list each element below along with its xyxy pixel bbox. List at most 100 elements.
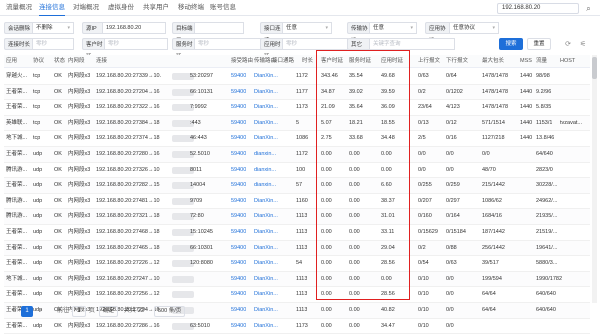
cell-path[interactable]: DianXin... xyxy=(254,209,278,224)
filter-select[interactable]: 任意协议 ▾ xyxy=(449,22,499,34)
cell-path[interactable]: DianXin... xyxy=(254,287,278,302)
page-size-select[interactable]: 500 条/页 xyxy=(154,306,186,317)
cell-route[interactable]: 59400 xyxy=(231,256,246,271)
table-row[interactable]: 王者荣... udp OK 内网段x3 192.168.80.20:27468→18 59… xyxy=(4,225,590,241)
search-icon[interactable]: ⌕ xyxy=(583,3,594,14)
table-scrollbar[interactable] xyxy=(592,55,597,303)
filter-input[interactable]: 零秒 xyxy=(282,38,348,50)
table-row[interactable]: 王者荣... udp OK 内网段x3 192.168.80.20:27282→15 59… xyxy=(4,178,590,194)
cell-route[interactable]: 59400 xyxy=(231,272,246,287)
column-header[interactable]: 协议 xyxy=(33,55,44,68)
column-header[interactable]: 时长 xyxy=(302,55,313,68)
filter-settings-icon[interactable]: ⚟ xyxy=(578,40,588,50)
cell-path[interactable]: DianXin... xyxy=(254,100,278,115)
filter-input[interactable]: 零秒 xyxy=(194,38,262,50)
cell-route[interactable]: 59400 xyxy=(231,241,246,256)
cell-route[interactable]: 59400 xyxy=(231,147,246,162)
cell-route[interactable]: 59400 xyxy=(231,287,246,302)
cell-down: 4/123 xyxy=(446,104,460,111)
filter-select[interactable]: 任意 ▾ xyxy=(282,22,332,34)
cell-path[interactable]: DianXin... xyxy=(254,194,278,209)
table-row[interactable]: 王者荣... udp OK 内网段x3 192.168.80.20:27226→12 59… xyxy=(4,256,590,272)
cell-path[interactable]: DianXin... xyxy=(254,69,278,84)
cell-path[interactable]: DianXin... xyxy=(254,241,278,256)
table-row[interactable]: 王者荣... tcp OK 内网段x3 192.168.80.20:27204→16 59… xyxy=(4,84,590,101)
cell-route[interactable]: 59400 xyxy=(231,163,246,178)
cell-path[interactable]: DianXin... xyxy=(254,256,278,271)
table-row[interactable]: 英雄联... tcp OK 内网段x3 192.168.80.20:27384→18 59… xyxy=(4,115,590,132)
column-header[interactable]: MSS xyxy=(520,55,532,68)
table-row[interactable]: 腾讯游... udp OK 内网段x3 192.168.80.20:27481→10 59… xyxy=(4,194,590,210)
filter-input[interactable]: 192.168.80.20 xyxy=(102,22,166,34)
cell-path[interactable]: DianXin... xyxy=(254,272,278,287)
table-row[interactable]: 腾讯游... udp OK 内网段x3 192.168.80.20:27321→18 59… xyxy=(4,209,590,225)
column-header[interactable]: 下行报文 xyxy=(446,55,468,68)
table-row[interactable]: 穿越火... tcp OK 内网段x3 192.168.80.20:27339→10. 5… xyxy=(4,69,590,85)
page-input[interactable]: 1 xyxy=(72,306,86,317)
page-number-current[interactable]: 1 xyxy=(21,306,33,317)
reset-button[interactable]: 重置 xyxy=(527,38,551,50)
tab-2[interactable]: 对端概况 xyxy=(73,0,99,16)
cell-app: 王者荣... xyxy=(6,88,28,95)
tab-4[interactable]: 共享用户 xyxy=(143,0,169,16)
cell-conn: 192.168.80.20:27339→10. xyxy=(96,73,162,79)
cell-path[interactable]: dianxin... xyxy=(254,163,276,178)
cell-proto: udp xyxy=(33,166,43,173)
column-header[interactable]: 应用 xyxy=(6,55,17,68)
table-row[interactable]: 王者荣... udp OK 内网段x3 192.168.80.20:27465→18 59… xyxy=(4,240,590,257)
next-page-button[interactable]: › xyxy=(36,306,46,317)
column-header[interactable]: 接受路由 xyxy=(231,55,253,68)
cell-net: 内网段x3 xyxy=(68,104,91,111)
column-header[interactable]: 接口通路 xyxy=(272,55,294,68)
cell-route[interactable]: 59400 xyxy=(231,209,246,224)
tab-1[interactable]: 连接信息 xyxy=(39,0,65,16)
cell-route[interactable]: 59400 xyxy=(231,116,246,131)
column-header[interactable]: 状态 xyxy=(54,55,65,68)
refresh-icon[interactable]: ⟳ xyxy=(563,40,573,50)
filter-input[interactable]: 零秒 xyxy=(32,38,74,50)
cell-path[interactable]: DianXin... xyxy=(254,131,278,146)
cell-route[interactable]: 59400 xyxy=(231,194,246,209)
cell-path[interactable]: DianXin... xyxy=(254,225,278,240)
prev-page-button[interactable]: ‹ xyxy=(8,306,18,317)
top-search-input[interactable]: 192.168.80.20 xyxy=(497,3,579,14)
table-row[interactable]: 王者荣... udp OK 内网段x3 192.168.80.20:27280→16 59… xyxy=(4,147,590,163)
cell-route[interactable]: 59400 xyxy=(231,69,246,84)
column-header[interactable]: 上行报文 xyxy=(418,55,440,68)
tab-0[interactable]: 流量概况 xyxy=(6,0,32,16)
cell-route[interactable]: 59400 xyxy=(231,100,246,115)
cell-path[interactable]: dianxin... xyxy=(254,178,276,193)
tab-3[interactable]: 虚拟身份 xyxy=(108,0,134,16)
column-header[interactable]: 最大包长 xyxy=(482,55,504,68)
cell-path[interactable]: DianXin... xyxy=(254,319,278,334)
table-row[interactable]: 地下城... tcp OK 内网段x3 192.168.80.20:27374→18 59… xyxy=(4,131,590,147)
table-row[interactable]: 王者荣... udp OK 内网段x3 192.168.80.20:27286→16 59… xyxy=(4,319,590,334)
filter-select[interactable]: 不删除 ▾ xyxy=(32,22,74,34)
filter-input[interactable]: 关键字查询 xyxy=(369,38,455,50)
cell-path[interactable]: DianXin... xyxy=(254,85,278,100)
tab-5[interactable]: 移动终端 xyxy=(178,0,204,16)
cell-route[interactable]: 59400 xyxy=(231,178,246,193)
table-row[interactable]: 王者荣... udp OK 内网段x3 192.168.80.20:27256→12 59… xyxy=(4,287,590,303)
cell-path[interactable]: DianXin... xyxy=(254,116,278,131)
filter-select[interactable]: 任意 ▾ xyxy=(369,22,417,34)
table-row[interactable]: 腾讯游... udp OK 内网段x3 192.168.80.20:27326→10 59… xyxy=(4,163,590,179)
cell-route[interactable]: 59400 xyxy=(231,85,246,100)
table-row[interactable]: 王者荣... tcp OK 内网段x3 192.168.80.20:27322→16 59… xyxy=(4,100,590,116)
column-header[interactable]: 流量 xyxy=(536,55,547,68)
confirm-page-button[interactable]: 确定 xyxy=(99,306,119,317)
filter-input[interactable]: 零秒 xyxy=(104,38,168,50)
cell-route[interactable]: 59400 xyxy=(231,131,246,146)
tab-6[interactable]: 账号信息 xyxy=(210,0,236,16)
column-header[interactable]: 内网段 xyxy=(68,55,85,68)
scrollbar-thumb[interactable] xyxy=(592,57,597,79)
cell-route[interactable]: 59400 xyxy=(231,319,246,334)
column-header[interactable]: 连接 xyxy=(96,55,107,68)
cell-path[interactable]: dianxin... xyxy=(254,147,276,162)
cell-app: 王者荣... xyxy=(6,291,28,298)
filter-input[interactable] xyxy=(194,22,244,34)
search-button[interactable]: 搜索 xyxy=(499,38,523,50)
table-row[interactable]: 地下城... udp OK 内网段x3 192.168.80.20:27247→10 59… xyxy=(4,271,590,288)
cell-route[interactable]: 59400 xyxy=(231,225,246,240)
column-header[interactable]: HOST xyxy=(560,55,575,68)
